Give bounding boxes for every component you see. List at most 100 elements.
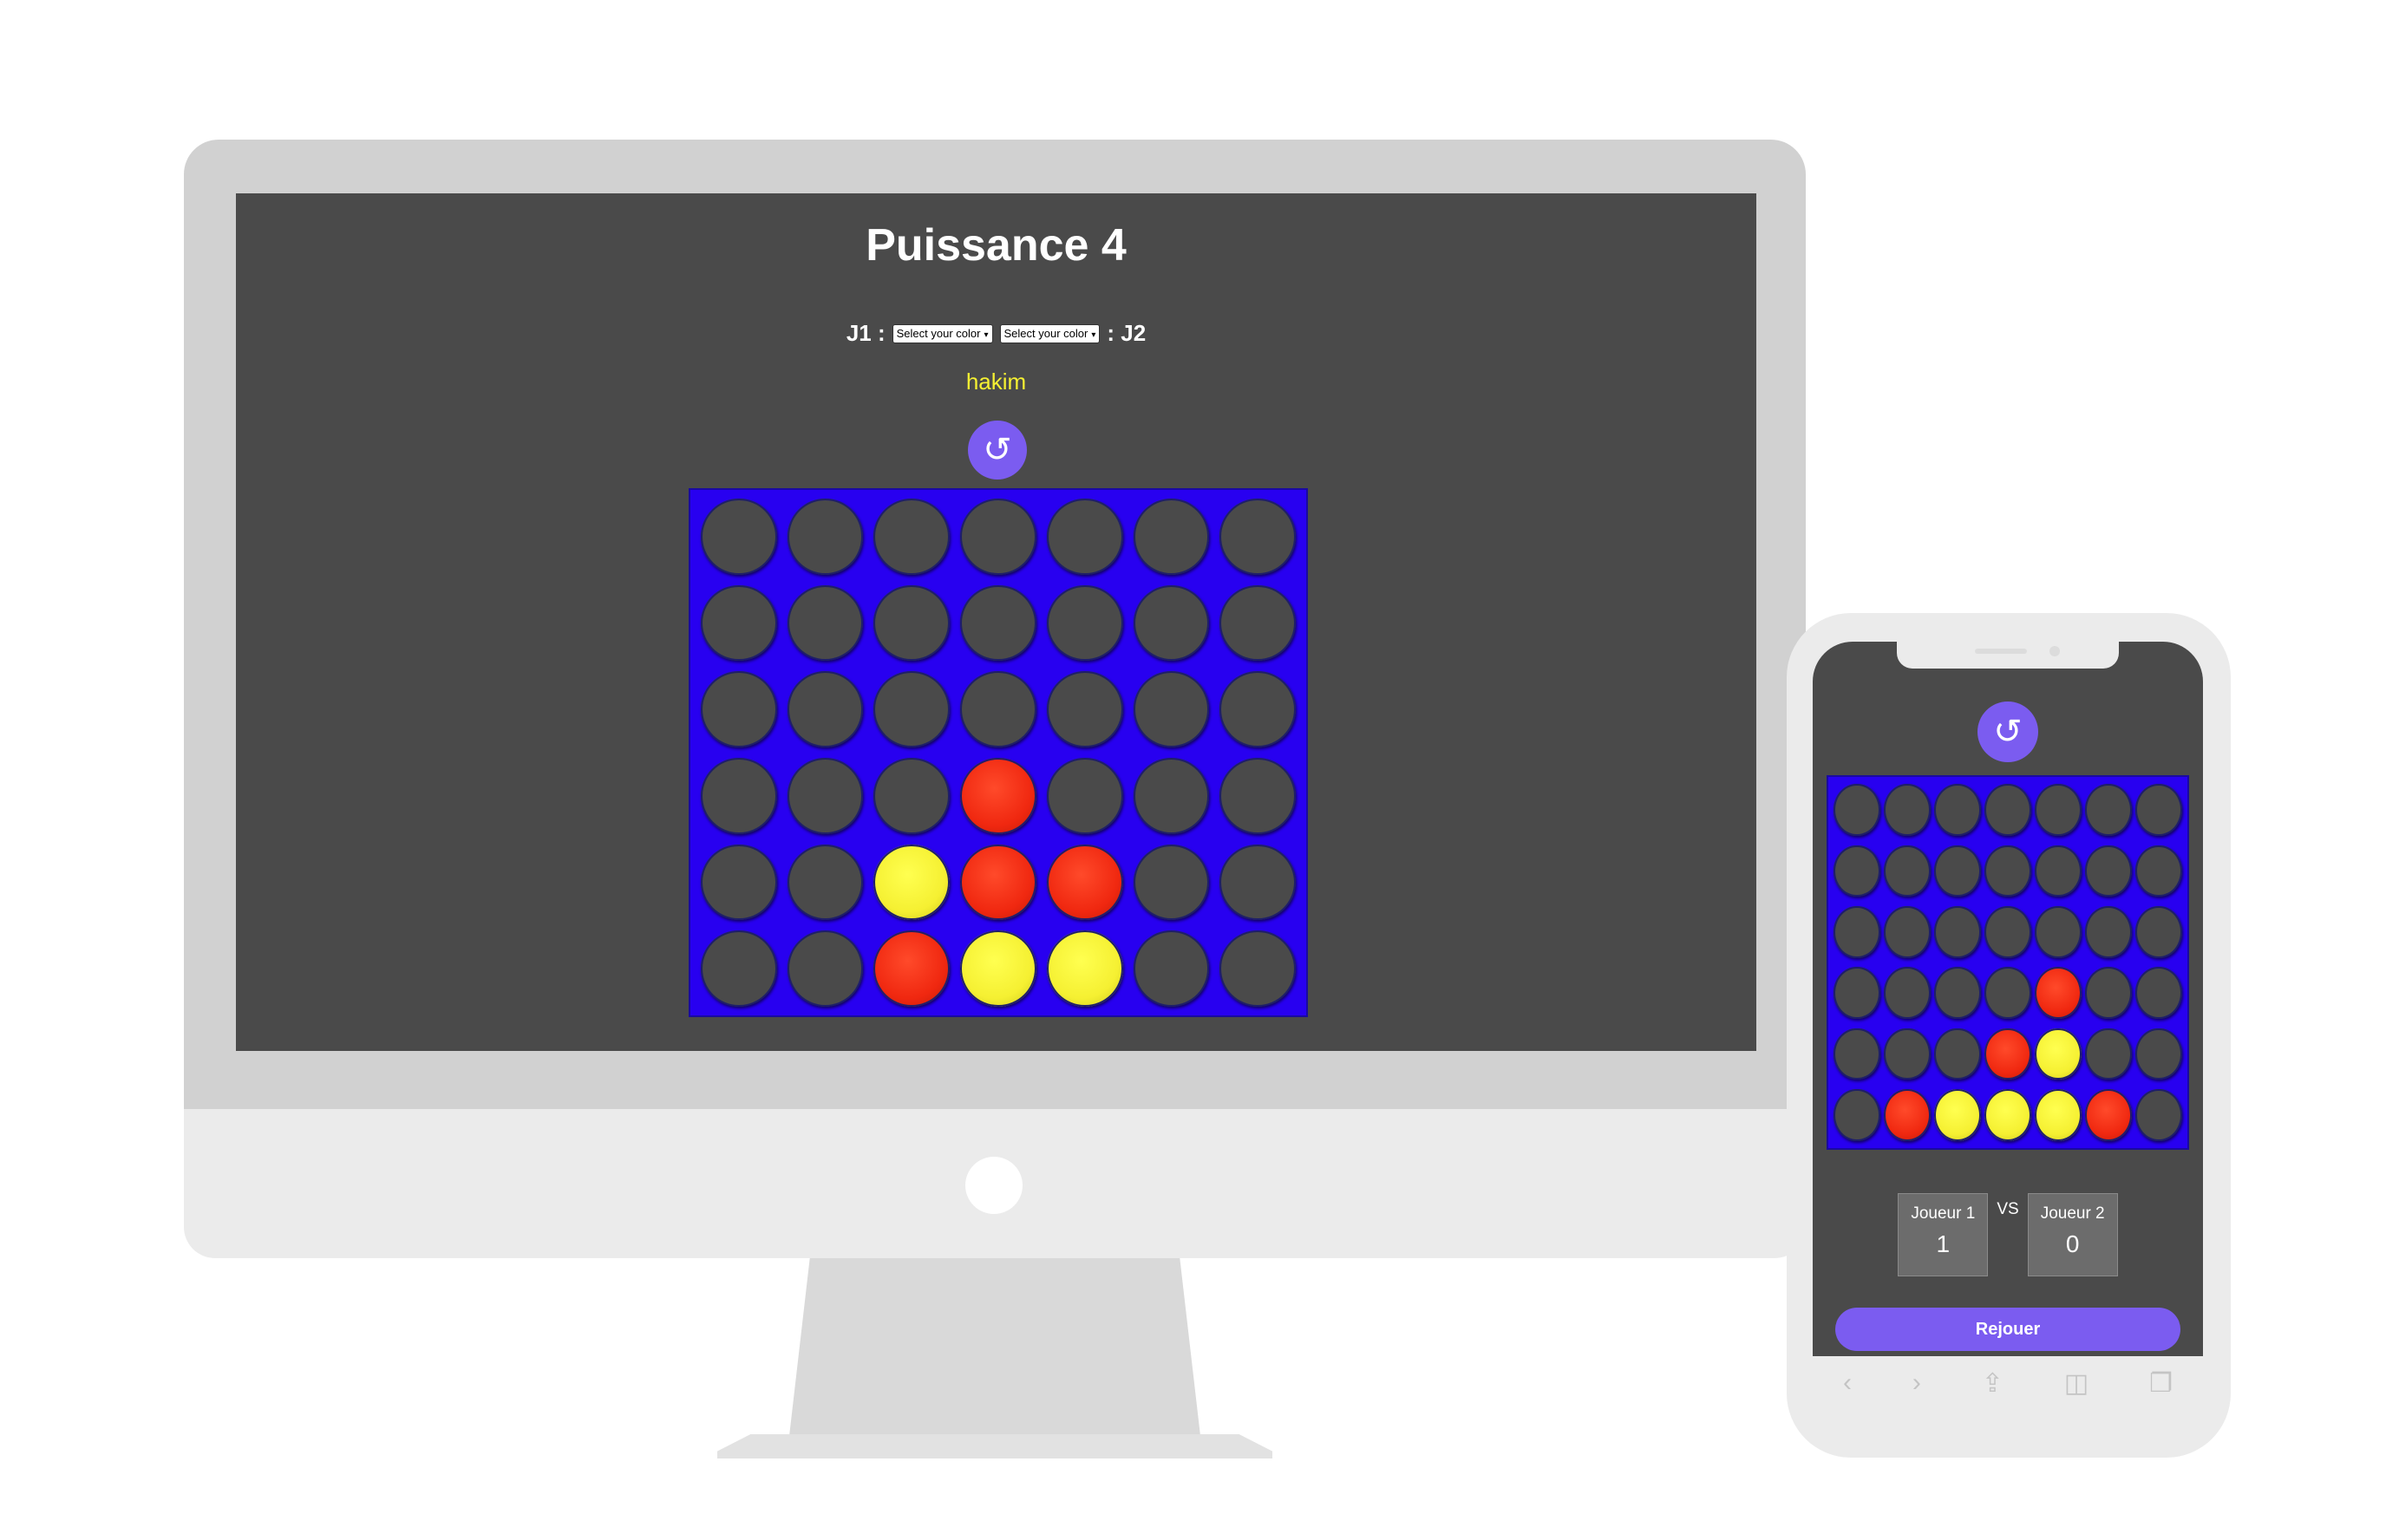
tabs-icon[interactable]: ❐ xyxy=(2149,1368,2173,1399)
board-cell[interactable] xyxy=(1932,840,1983,901)
board-cell[interactable] xyxy=(696,753,782,839)
board-cell[interactable] xyxy=(1042,580,1128,667)
board-cell[interactable] xyxy=(2033,962,2083,1023)
board-cell[interactable] xyxy=(1214,753,1301,839)
board-cell[interactable] xyxy=(955,666,1042,753)
board-cell[interactable] xyxy=(1042,839,1128,926)
board-cell[interactable] xyxy=(1932,1085,1983,1145)
player2-color-select[interactable]: Select your color ▾ xyxy=(999,323,1101,343)
board-cell[interactable] xyxy=(2134,902,2184,962)
board-cell[interactable] xyxy=(2083,780,2134,840)
board-cell[interactable] xyxy=(1882,1023,1932,1084)
board-cell[interactable] xyxy=(1128,580,1215,667)
board-cell[interactable] xyxy=(1882,780,1932,840)
board-cell[interactable] xyxy=(2033,840,2083,901)
board-cell[interactable] xyxy=(1983,962,2033,1023)
board-cell[interactable] xyxy=(696,839,782,926)
reset-button[interactable]: ↺ xyxy=(968,421,1027,480)
board-cell[interactable] xyxy=(1932,1023,1983,1084)
board-cell[interactable] xyxy=(1882,840,1932,901)
board-cell[interactable] xyxy=(955,493,1042,580)
board-cell[interactable] xyxy=(1042,925,1128,1012)
board-cell[interactable] xyxy=(1214,493,1301,580)
board-cell[interactable] xyxy=(1983,1085,2033,1145)
board-cell[interactable] xyxy=(955,580,1042,667)
board-cell[interactable] xyxy=(1042,666,1128,753)
apple-logo-icon xyxy=(965,1157,1023,1214)
board-cell[interactable] xyxy=(2033,1085,2083,1145)
board-cell[interactable] xyxy=(1832,962,1882,1023)
board-cell[interactable] xyxy=(955,925,1042,1012)
board-cell[interactable] xyxy=(1882,962,1932,1023)
player1-color-select[interactable]: Select your color ▾ xyxy=(892,323,993,343)
board-cell[interactable] xyxy=(868,753,955,839)
board-cell[interactable] xyxy=(782,580,869,667)
board-cell[interactable] xyxy=(1983,1023,2033,1084)
board-cell[interactable] xyxy=(2033,780,2083,840)
board-cell[interactable] xyxy=(1214,839,1301,926)
board-cell[interactable] xyxy=(868,493,955,580)
board-cell[interactable] xyxy=(2134,962,2184,1023)
board-cell[interactable] xyxy=(2083,962,2134,1023)
board-cell[interactable] xyxy=(1932,780,1983,840)
board-cell[interactable] xyxy=(1128,839,1215,926)
board-cell[interactable] xyxy=(2134,840,2184,901)
player1-color-select-value: Select your color xyxy=(896,326,981,340)
board-cell[interactable] xyxy=(696,925,782,1012)
board-cell[interactable] xyxy=(1983,902,2033,962)
board-cell[interactable] xyxy=(782,753,869,839)
board-cell[interactable] xyxy=(1932,962,1983,1023)
board-cell[interactable] xyxy=(1983,780,2033,840)
forward-icon[interactable]: › xyxy=(1912,1368,1921,1398)
board-cell[interactable] xyxy=(782,925,869,1012)
board-cell[interactable] xyxy=(2033,902,2083,962)
board-cell[interactable] xyxy=(1882,1085,1932,1145)
board-cell[interactable] xyxy=(1128,493,1215,580)
bookmarks-icon[interactable]: ◫ xyxy=(2064,1368,2089,1399)
board-cell[interactable] xyxy=(1128,666,1215,753)
board-cell[interactable] xyxy=(1214,925,1301,1012)
board-cell[interactable] xyxy=(1042,493,1128,580)
board-cell[interactable] xyxy=(1832,902,1882,962)
board-cell[interactable] xyxy=(2083,1023,2134,1084)
board-cell[interactable] xyxy=(1128,925,1215,1012)
board-cell[interactable] xyxy=(868,666,955,753)
board-cell[interactable] xyxy=(1932,902,1983,962)
board-cell[interactable] xyxy=(1214,666,1301,753)
rejouer-button[interactable]: Rejouer xyxy=(1835,1308,2180,1351)
board-cell[interactable] xyxy=(1832,840,1882,901)
board-cell[interactable] xyxy=(2083,902,2134,962)
board-cell[interactable] xyxy=(955,839,1042,926)
board-cell[interactable] xyxy=(2134,1023,2184,1084)
board-cell[interactable] xyxy=(2134,1085,2184,1145)
board-cell[interactable] xyxy=(1214,580,1301,667)
board-cell[interactable] xyxy=(868,925,955,1012)
board-cell[interactable] xyxy=(2033,1023,2083,1084)
reset-icon: ↺ xyxy=(983,431,1012,469)
back-icon[interactable]: ‹ xyxy=(1843,1368,1852,1398)
board-cell[interactable] xyxy=(1128,753,1215,839)
board-cell[interactable] xyxy=(1983,840,2033,901)
board-cell[interactable] xyxy=(1832,1085,1882,1145)
empty-slot xyxy=(1984,784,2031,837)
board-cell[interactable] xyxy=(696,493,782,580)
board-cell[interactable] xyxy=(1882,902,1932,962)
board-cell[interactable] xyxy=(696,666,782,753)
board-cell[interactable] xyxy=(696,580,782,667)
share-icon[interactable]: ⇪ xyxy=(1982,1368,2004,1399)
board-cell[interactable] xyxy=(1042,753,1128,839)
board-cell[interactable] xyxy=(782,493,869,580)
game-board xyxy=(689,488,1308,1017)
board-cell[interactable] xyxy=(868,580,955,667)
board-cell[interactable] xyxy=(1832,780,1882,840)
board-cell[interactable] xyxy=(2083,1085,2134,1145)
mobile-reset-button[interactable]: ↺ xyxy=(1977,701,2038,762)
board-cell[interactable] xyxy=(955,753,1042,839)
red-disc xyxy=(1984,1028,2031,1080)
board-cell[interactable] xyxy=(1832,1023,1882,1084)
board-cell[interactable] xyxy=(2083,840,2134,901)
board-cell[interactable] xyxy=(2134,780,2184,840)
board-cell[interactable] xyxy=(782,666,869,753)
board-cell[interactable] xyxy=(868,839,955,926)
board-cell[interactable] xyxy=(782,839,869,926)
